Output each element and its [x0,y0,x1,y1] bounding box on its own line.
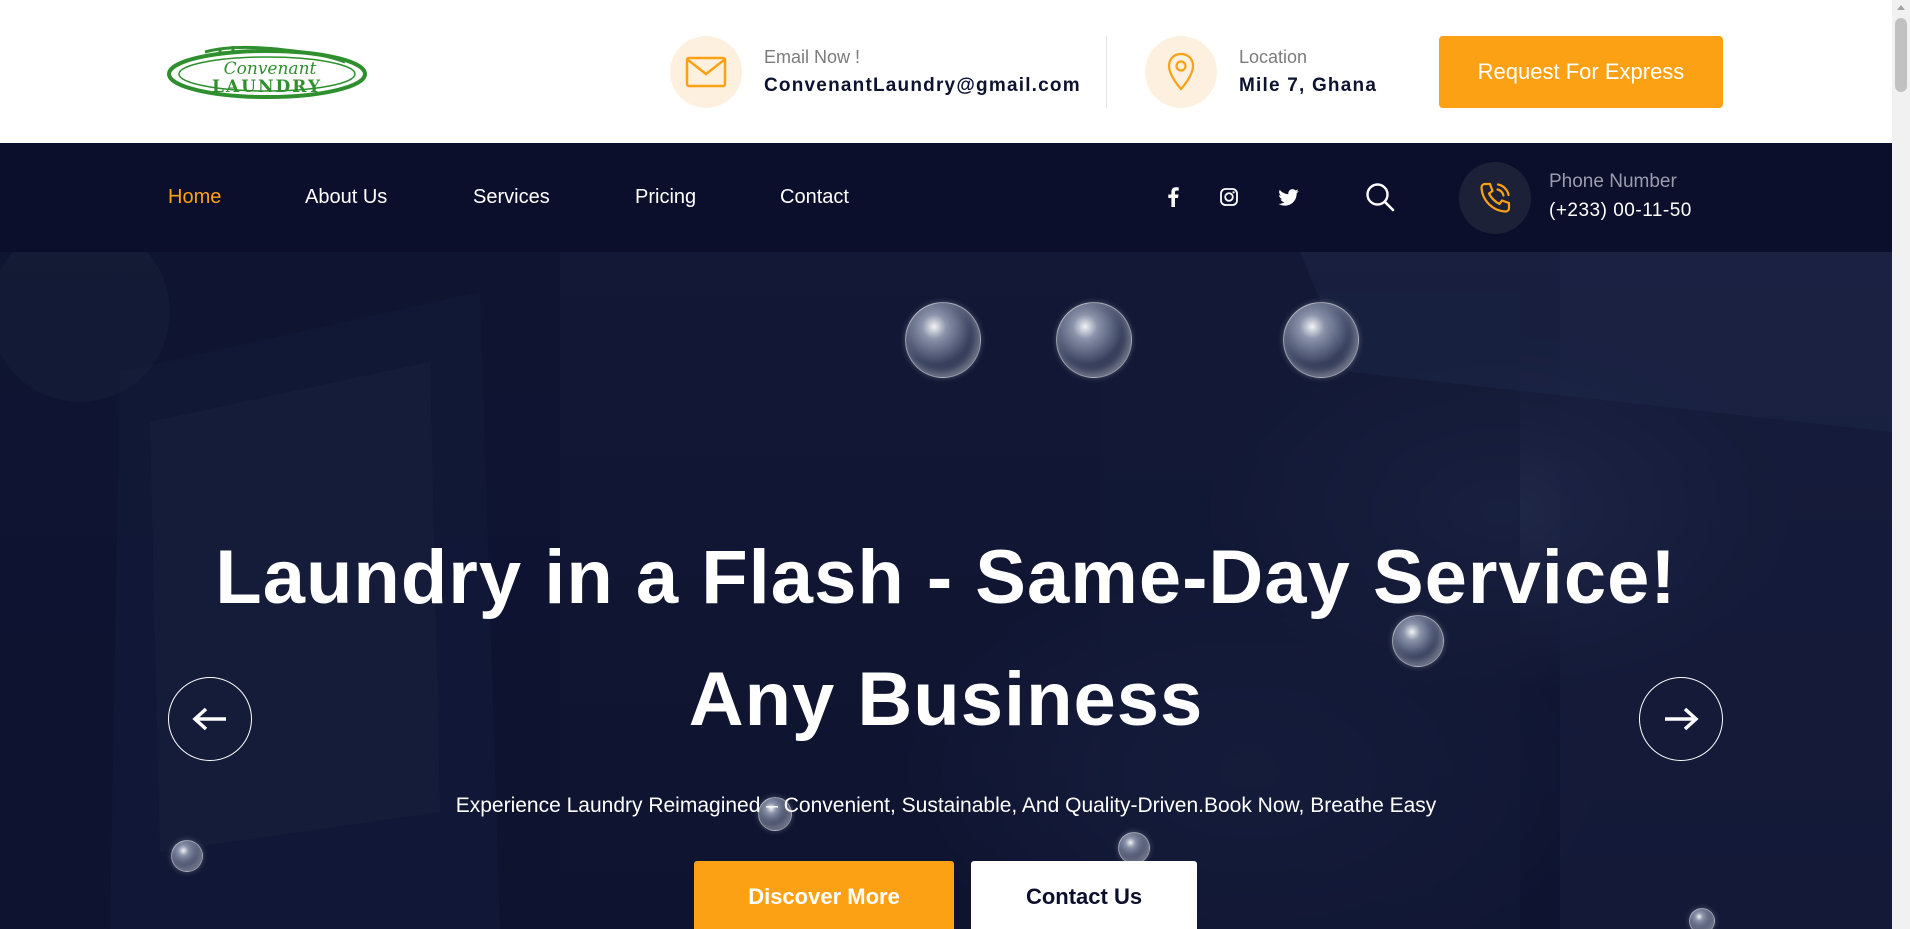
scroll-up-icon[interactable] [1897,5,1905,10]
page: Convenant LAUNDRY Email Now ! ConvenantL… [0,0,1910,929]
discover-more-button[interactable]: Discover More [694,861,954,929]
bubble-decoration [905,302,981,378]
top-header: Convenant LAUNDRY Email Now ! ConvenantL… [0,0,1892,143]
hero-title-line2: Any Business [688,657,1204,742]
phone-value[interactable]: (+233) 00-11-50 [1549,199,1692,223]
map-pin-icon [1145,36,1217,108]
logo[interactable]: Convenant LAUNDRY [165,40,370,104]
phone-label: Phone Number [1549,171,1677,192]
bubble-decoration [1689,908,1715,929]
twitter-icon[interactable] [1274,183,1302,211]
email-value[interactable]: ConvenantLaundry@gmail.com [764,74,1081,98]
logo-block-text: LAUNDRY [212,77,322,97]
email-contact: Email Now ! ConvenantLaundry@gmail.com [670,36,1081,108]
arrow-left-icon [192,707,226,731]
scroll-thumb[interactable] [1895,18,1907,92]
search-icon[interactable] [1364,181,1396,213]
envelope-icon [670,36,742,108]
hero-subtitle: Experience Laundry Reimagined – Convenie… [455,794,1437,817]
hero-title-line1: Laundry in a Flash - Same-Day Service! [215,535,1677,620]
facebook-icon[interactable] [1159,183,1187,211]
bubble-decoration [1056,302,1132,378]
hero-title: Laundry in a Flash - Same-Day Service! A… [0,517,1892,761]
request-express-button[interactable]: Request For Express [1439,36,1723,108]
location-label: Location [1239,47,1308,67]
instagram-icon[interactable] [1215,183,1243,211]
logo-script-text: Convenant [224,59,317,79]
phone-icon [1459,162,1531,234]
bubble-decoration [1283,302,1359,378]
arrow-right-icon [1665,707,1699,731]
slider-next-button[interactable] [1639,677,1723,761]
page-scrollbar[interactable] [1892,0,1910,929]
logo-graphic: Convenant LAUNDRY [167,45,367,99]
nav-item-about[interactable]: About Us [305,183,387,211]
location-contact: Location Mile 7, Ghana [1145,36,1377,108]
nav-item-contact[interactable]: Contact [780,183,849,211]
slider-prev-button[interactable] [168,677,252,761]
nav-item-pricing[interactable]: Pricing [635,183,696,211]
location-value: Mile 7, Ghana [1239,75,1378,96]
hero-slider: Laundry in a Flash - Same-Day Service! A… [0,252,1892,929]
bubble-decoration [1118,832,1150,864]
phone-contact: Phone Number (+233) 00-11-50 [1549,170,1692,223]
email-label: Email Now ! [764,47,861,67]
contact-us-button[interactable]: Contact Us [971,861,1197,929]
bubble-decoration [171,840,203,872]
header-divider [1106,36,1107,108]
nav-item-home[interactable]: Home [168,183,221,211]
nav-item-services[interactable]: Services [473,183,550,211]
